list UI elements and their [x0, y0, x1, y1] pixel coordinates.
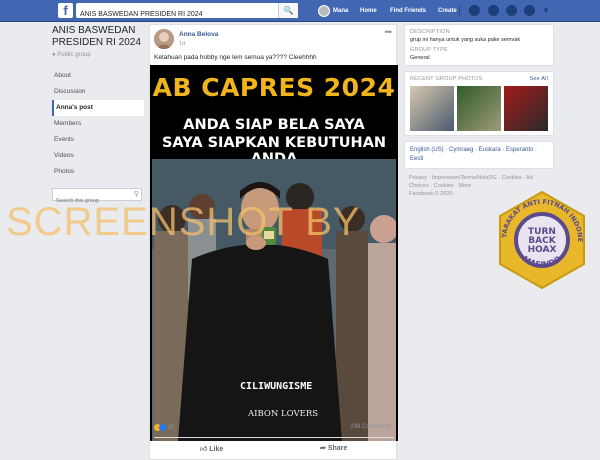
description-heading: DESCRIPTION	[410, 29, 450, 35]
post-image[interactable]: AB CAPRES 2024 ANDA SIAP BELA SAYA SAYA …	[150, 65, 398, 441]
comments-count[interactable]: 238 Comments	[350, 424, 391, 430]
group-type-text: General	[410, 55, 430, 61]
reactions-count: 20	[167, 425, 175, 432]
nav-separator	[459, 5, 460, 17]
nav-home[interactable]: Home	[360, 0, 377, 22]
search-input[interactable]	[76, 7, 276, 22]
search-icon[interactable]: ⚲	[134, 190, 139, 198]
photo-thumbnail[interactable]	[457, 86, 501, 131]
right-sidebar: DESCRIPTION grup ini hanya untuk yang su…	[404, 24, 554, 198]
help-icon[interactable]	[524, 5, 535, 16]
turnbackhoax-badge: MASYARAKAT ANTI FITNAH INDONESIA MAFINDO…	[489, 184, 592, 290]
like-button[interactable]: 👍︎ Like	[200, 444, 223, 453]
footer-links[interactable]: Privacy · Impressum/Terms/NetzDG · Cooki…	[404, 174, 554, 190]
share-button[interactable]: ➦ Share	[320, 444, 347, 452]
group-title[interactable]: ANIS BASWEDAN PRESIDEN RI 2024	[52, 25, 144, 49]
see-all-link[interactable]: See All	[529, 76, 548, 82]
photo-thumbnail[interactable]	[504, 86, 548, 131]
like-reaction-icon	[159, 424, 166, 431]
group-nav-photos[interactable]: Photos	[52, 164, 144, 180]
description-text: grup ini hanya untuk yang suka pake semv…	[410, 37, 521, 43]
nav-find-friends[interactable]: Find Friends	[390, 0, 426, 22]
photo-thumbnails	[410, 86, 548, 131]
shirt-text-1: CILIWUNGISME	[240, 381, 313, 392]
reactions-summary[interactable]: 20	[154, 424, 174, 431]
messenger-icon[interactable]	[488, 5, 499, 16]
top-bar: f 🔍 Mana Home Find Friends Create ▼	[0, 0, 600, 22]
about-box: DESCRIPTION grup ini hanya untuk yang su…	[404, 24, 554, 66]
group-nav-discussion[interactable]: Discussion	[52, 84, 144, 100]
post-divider	[154, 437, 394, 438]
group-type-heading: GROUP TYPE	[410, 47, 448, 53]
badge-line-hoax: HOAX	[528, 245, 557, 255]
recent-photos-heading: RECENT GROUP PHOTOS See All	[410, 76, 548, 82]
top-search-box[interactable]: 🔍	[76, 3, 298, 22]
recent-photos-box: RECENT GROUP PHOTOS See All	[404, 71, 554, 136]
author-avatar[interactable]	[154, 29, 174, 49]
group-nav-anna-post[interactable]: Anna's post	[52, 100, 144, 116]
group-nav-events[interactable]: Events	[52, 132, 144, 148]
group-privacy-label: Public group	[57, 52, 91, 58]
badge-graphic: MASYARAKAT ANTI FITNAH INDONESIA MAFINDO…	[489, 184, 585, 290]
group-privacy: ● Public group	[52, 52, 144, 58]
avatar-image	[154, 29, 174, 49]
group-nav-members[interactable]: Members	[52, 116, 144, 132]
nav-create[interactable]: Create	[438, 0, 457, 22]
thumbs-up-icon: 👍︎	[200, 446, 208, 453]
globe-icon: ●	[52, 52, 56, 58]
group-nav-videos[interactable]: Videos	[52, 148, 144, 164]
image-headline: AB CAPRES 2024	[152, 73, 396, 102]
facebook-logo-icon[interactable]: f	[58, 3, 73, 18]
group-left-column: ANIS BASWEDAN PRESIDEN RI 2024 ● Public …	[52, 25, 144, 207]
post-time[interactable]: 1d	[179, 41, 185, 47]
nav-profile[interactable]: Mana	[333, 0, 348, 22]
screenshot-watermark: SCREENSHOT BY	[6, 200, 361, 244]
profile-avatar[interactable]	[318, 5, 330, 17]
recent-photos-title: RECENT GROUP PHOTOS	[410, 76, 483, 82]
like-label: Like	[209, 446, 224, 453]
language-box: English (US) · Cymraeg · Euskara · Esper…	[404, 141, 554, 169]
share-arrow-icon: ➦	[320, 445, 326, 452]
search-icon[interactable]: 🔍	[278, 3, 298, 18]
photo-thumbnail[interactable]	[410, 86, 454, 131]
share-label: Share	[327, 445, 348, 452]
shirt-text-2: AIBON LOVERS	[248, 409, 319, 419]
image-line-1: ANDA SIAP BELA SAYA	[183, 117, 365, 133]
friend-requests-icon[interactable]	[469, 5, 480, 16]
group-nav-about[interactable]: About	[52, 68, 144, 84]
group-nav: About Discussion Anna's post Members Eve…	[52, 68, 144, 180]
more-options-icon[interactable]: •••	[385, 27, 393, 37]
notifications-icon[interactable]	[506, 5, 517, 16]
language-links[interactable]: English (US) · Cymraeg · Euskara · Esper…	[410, 146, 548, 164]
author-name[interactable]: Anna Belova	[179, 31, 218, 38]
post-text: Ketahuan pada hobby nge lem semua ya????…	[154, 54, 317, 61]
account-menu-icon[interactable]: ▼	[542, 5, 553, 16]
